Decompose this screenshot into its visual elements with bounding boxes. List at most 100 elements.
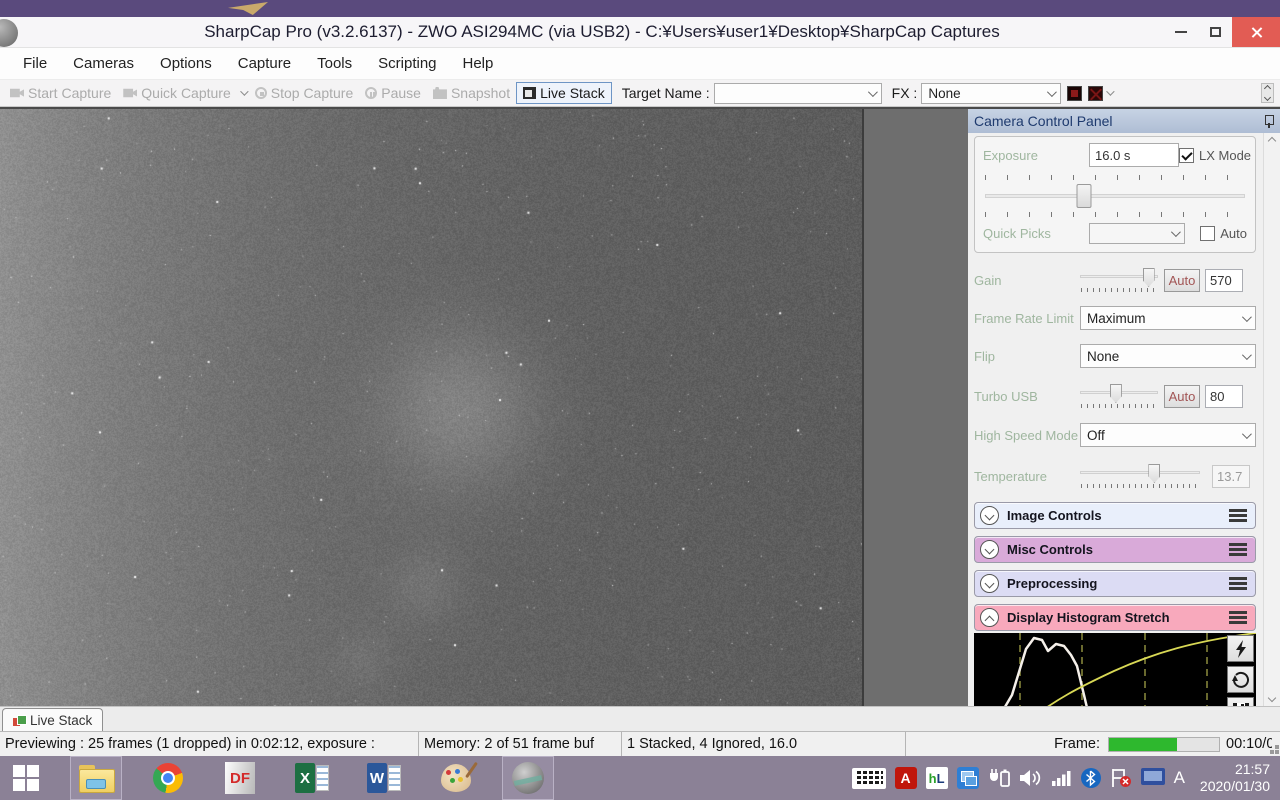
chevron-up-icon[interactable]: [980, 608, 999, 627]
panel-scrollbar[interactable]: [1263, 133, 1280, 706]
network-signal-icon[interactable]: [1051, 770, 1072, 786]
exposure-slider-thumb[interactable]: [1076, 184, 1092, 208]
taskbar: DF X W A hL A 21:57 2020/01/30: [0, 756, 1280, 800]
taskbar-paint[interactable]: [430, 756, 482, 800]
paint-palette-icon: [441, 764, 471, 792]
speaker-icon[interactable]: [1019, 768, 1043, 788]
taskbar-word[interactable]: W: [358, 756, 410, 800]
df-icon: DF: [225, 762, 255, 794]
section-image-controls[interactable]: Image Controls: [974, 502, 1256, 529]
high-speed-mode-label: High Speed Mode: [974, 427, 1079, 443]
start-capture-button[interactable]: Start Capture: [4, 83, 117, 103]
action-center-flag-icon[interactable]: [1110, 768, 1132, 788]
exposure-input[interactable]: [1089, 143, 1179, 167]
frame-progress-bar: [1108, 736, 1220, 752]
section-display-histogram-stretch[interactable]: Display Histogram Stretch: [974, 604, 1256, 631]
minimize-button[interactable]: [1164, 17, 1198, 47]
exposure-label: Exposure: [983, 147, 1038, 163]
menu-scripting[interactable]: Scripting: [365, 51, 449, 76]
acrobat-icon[interactable]: A: [894, 767, 917, 789]
power-plug-icon[interactable]: [988, 767, 1010, 789]
fx-dark-frame-icon[interactable]: [1067, 85, 1083, 101]
pin-icon[interactable]: [1264, 114, 1274, 128]
preview-canvas[interactable]: [0, 109, 862, 706]
exposure-group: Exposure LX Mode Quick Picks: [974, 136, 1256, 253]
menu-icon[interactable]: [1229, 611, 1247, 624]
live-stack-button[interactable]: Live Stack: [516, 82, 612, 104]
stop-capture-button[interactable]: Stop Capture: [249, 83, 360, 103]
turbo-usb-auto-button[interactable]: Auto: [1164, 384, 1200, 408]
taskbar-excel[interactable]: X: [286, 756, 338, 800]
temperature-slider: [1080, 464, 1200, 488]
menu-icon[interactable]: [1229, 543, 1247, 556]
section-misc-controls[interactable]: Misc Controls: [974, 536, 1256, 563]
histogram-reset-button[interactable]: [1227, 666, 1254, 693]
ime-language-icon[interactable]: A: [1174, 768, 1185, 788]
frame-rate-limit-select[interactable]: Maximum: [1080, 306, 1256, 330]
quick-picks-select[interactable]: [1089, 223, 1185, 244]
tab-live-stack[interactable]: Live Stack: [2, 708, 104, 731]
fx-select[interactable]: None: [921, 82, 1062, 104]
high-speed-mode-select[interactable]: Off: [1080, 423, 1256, 447]
exposure-auto-checkbox[interactable]: [1200, 226, 1216, 241]
gain-slider[interactable]: [1080, 268, 1158, 292]
start-button[interactable]: [0, 756, 52, 800]
menu-file[interactable]: File: [10, 51, 60, 76]
resize-grip[interactable]: [1275, 750, 1279, 754]
quick-capture-dropdown-icon[interactable]: [239, 87, 249, 96]
turbo-usb-slider-thumb[interactable]: [1109, 384, 1122, 403]
histogram-auto-stretch-button[interactable]: [1227, 635, 1254, 662]
frame-time: 00:10/00: [1226, 736, 1272, 752]
histogram-save-button[interactable]: [1227, 697, 1254, 706]
histogram[interactable]: [974, 633, 1256, 706]
menu-tools[interactable]: Tools: [304, 51, 365, 76]
camera-preview[interactable]: [0, 109, 864, 706]
photos-app-icon[interactable]: [956, 767, 979, 789]
maximize-button[interactable]: [1198, 17, 1232, 47]
turbo-usb-value-input[interactable]: [1205, 384, 1243, 408]
menu-icon[interactable]: [1229, 577, 1247, 590]
quick-capture-button[interactable]: Quick Capture: [117, 83, 236, 103]
bluetooth-icon[interactable]: [1080, 768, 1101, 788]
pause-button[interactable]: Pause: [359, 83, 427, 103]
gain-value-input[interactable]: [1205, 268, 1243, 292]
target-name-select[interactable]: [713, 82, 882, 104]
menu-options[interactable]: Options: [147, 51, 225, 76]
close-button[interactable]: [1232, 17, 1280, 47]
turbo-usb-label: Turbo USB: [974, 388, 1038, 404]
taskbar-chrome[interactable]: [142, 756, 194, 800]
menu-cameras[interactable]: Cameras: [60, 51, 147, 76]
gain-slider-thumb[interactable]: [1142, 268, 1155, 287]
fx-label: FX :: [891, 85, 918, 101]
tab-row: Live Stack: [0, 706, 1280, 731]
panel-header[interactable]: Camera Control Panel: [968, 109, 1280, 133]
section-preprocessing[interactable]: Preprocessing: [974, 570, 1256, 597]
toolbar-overflow-scroll[interactable]: [1261, 83, 1274, 103]
menu-icon[interactable]: [1229, 509, 1247, 522]
turbo-usb-slider[interactable]: [1080, 384, 1158, 408]
fx-flat-frame-icon[interactable]: [1088, 85, 1104, 101]
exposure-slider[interactable]: [985, 183, 1245, 209]
taskbar-file-explorer[interactable]: [70, 756, 122, 800]
lx-mode-checkbox[interactable]: [1179, 147, 1194, 163]
menu-capture[interactable]: Capture: [225, 51, 304, 76]
display-monitor-icon[interactable]: [1140, 768, 1165, 788]
snapshot-button[interactable]: Snapshot: [427, 83, 516, 103]
chevron-down-icon[interactable]: [980, 506, 999, 525]
chevron-down-icon[interactable]: [980, 540, 999, 559]
menu-help[interactable]: Help: [450, 51, 507, 76]
flip-select[interactable]: None: [1080, 344, 1256, 368]
chevron-up-icon: [1263, 84, 1272, 93]
taskbar-sharpcap[interactable]: [502, 756, 554, 800]
touch-keyboard-icon[interactable]: [851, 767, 886, 789]
fx-dropdown-icon[interactable]: [1106, 87, 1115, 96]
taskbar-clock[interactable]: 21:57 2020/01/30: [1200, 761, 1270, 795]
stack-icon: [523, 87, 537, 99]
chevron-down-icon[interactable]: [980, 574, 999, 593]
hl-app-icon[interactable]: hL: [925, 767, 948, 789]
title-bar: SharpCap Pro (v3.2.6137) - ZWO ASI294MC …: [0, 17, 1280, 48]
clock-date: 2020/01/30: [1199, 778, 1270, 794]
gain-auto-button[interactable]: Auto: [1164, 268, 1200, 292]
taskbar-df-app[interactable]: DF: [214, 756, 266, 800]
chevron-down-icon: [1047, 86, 1058, 97]
